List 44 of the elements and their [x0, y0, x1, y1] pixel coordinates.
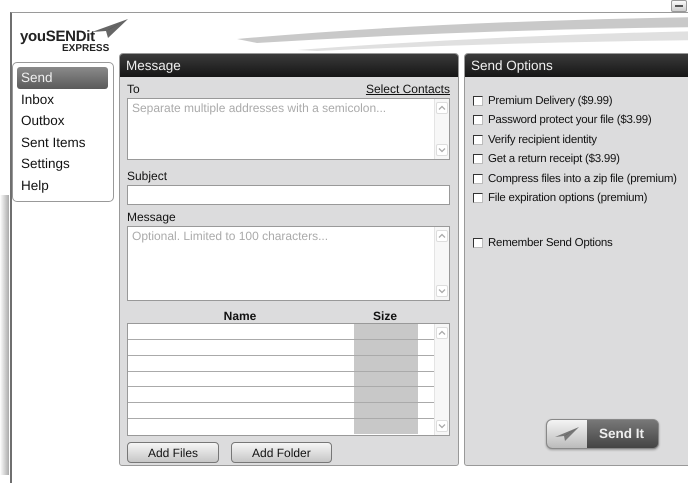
- minimize-icon: [675, 4, 683, 8]
- sidebar-item[interactable]: Help: [17, 174, 108, 197]
- option-label: Get a return receipt ($3.99): [488, 153, 620, 166]
- checkbox[interactable]: [473, 115, 483, 126]
- panel-title: Send Options: [465, 54, 688, 77]
- checkbox[interactable]: [473, 134, 483, 145]
- field-label: Subject: [127, 169, 168, 183]
- minimize-button[interactable]: [671, 0, 687, 12]
- checkbox[interactable]: [473, 193, 483, 204]
- size-cell: [354, 324, 418, 339]
- checkbox[interactable]: [473, 174, 483, 184]
- option-label: Compress files into a zip file (premium): [488, 172, 677, 185]
- field-label: Message: [127, 210, 177, 224]
- option-label: Remember Send Options: [488, 236, 613, 249]
- option-label: File expiration options (premium): [488, 192, 648, 204]
- logo-text: youSENDit: [20, 28, 95, 45]
- sidebar-item[interactable]: Inbox: [17, 88, 108, 110]
- sidebar-item[interactable]: Send: [17, 67, 108, 89]
- sidebar-item[interactable]: Outbox: [17, 110, 108, 132]
- size-cell: [354, 419, 418, 434]
- option-label: Verify recipient identity: [488, 134, 597, 146]
- sidebar-item[interactable]: Settings: [17, 153, 108, 175]
- paper-plane-icon: [554, 426, 580, 442]
- add-button[interactable]: Add Folder: [231, 442, 332, 463]
- size-cell: [354, 340, 418, 355]
- size-cell: [354, 387, 418, 402]
- checkbox[interactable]: [473, 96, 483, 106]
- option-label: Password protect your file ($3.99): [488, 114, 652, 126]
- sidebar-item[interactable]: Sent Items: [17, 132, 108, 154]
- add-button[interactable]: Add Files: [127, 442, 220, 463]
- panel-title: Message: [120, 54, 458, 77]
- option-label: Premium Delivery ($9.99): [488, 94, 612, 107]
- checkbox[interactable]: [473, 154, 483, 164]
- column-header: Size: [372, 309, 398, 323]
- logo-subtitle: EXPRESS: [62, 43, 110, 54]
- size-cell: [354, 356, 418, 371]
- subject-field[interactable]: [127, 185, 450, 205]
- checkbox[interactable]: [473, 238, 483, 248]
- size-cell: [354, 372, 418, 386]
- send-button[interactable]: Send It: [546, 419, 660, 449]
- select-contacts-link[interactable]: Select Contacts: [366, 82, 450, 96]
- column-header: Name: [222, 309, 258, 323]
- size-cell: [354, 403, 418, 418]
- field-label: To: [127, 82, 140, 96]
